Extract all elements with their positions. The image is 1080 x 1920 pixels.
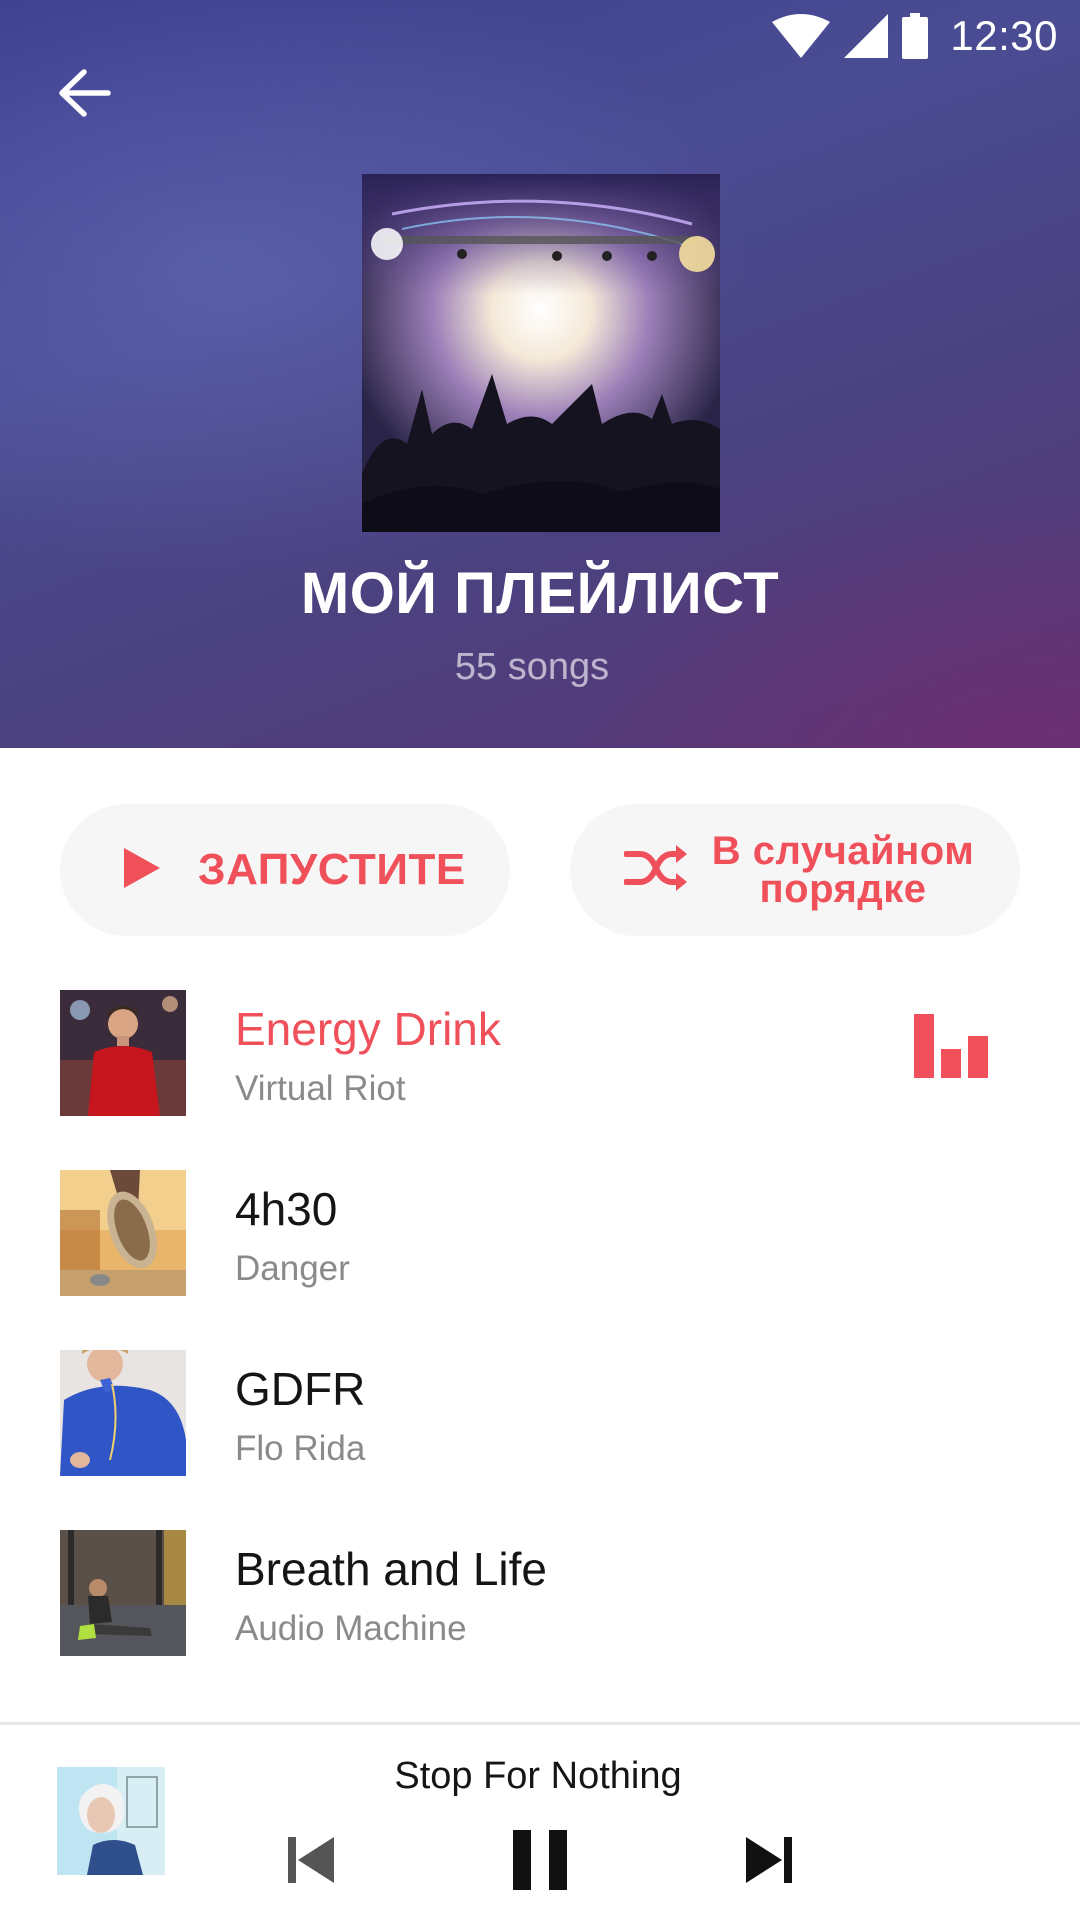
mini-player: Stop For Nothing (0, 1722, 1080, 1920)
play-all-label: ЗАПУСТИТЕ (198, 845, 466, 894)
song-thumbnail (60, 1530, 186, 1656)
playlist-title: МОЙ ПЛЕЙЛИСТ (300, 561, 780, 626)
play-all-button[interactable]: ЗАПУСТИТЕ (60, 804, 510, 936)
shuffle-button[interactable]: В случайном порядке (570, 804, 1020, 936)
song-title: Breath and Life (235, 1543, 548, 1595)
song-list: Energy Drink Virtual Riot 4h30 Danger GD… (0, 980, 1080, 1700)
skip-previous-icon (288, 1835, 336, 1890)
now-playing-equalizer-icon (914, 1014, 988, 1078)
cellular-signal-icon (844, 14, 889, 58)
playlist-screen: 12:30 МОЙ ПЛЕЙЛИСТ 55 songs ЗАПУСТИТЕ В … (0, 0, 1080, 1920)
song-row[interactable]: GDFR Flo Rida (0, 1340, 1080, 1520)
status-time: 12:30 (950, 12, 1058, 59)
status-bar: 12:30 (772, 8, 1058, 64)
battery-icon (902, 13, 929, 59)
play-icon (122, 846, 162, 895)
shuffle-label: В случайном порядке (708, 831, 978, 911)
song-thumbnail (60, 1170, 186, 1296)
wifi-icon (772, 14, 831, 58)
arrow-left-icon (56, 67, 112, 124)
song-artist: Flo Rida (235, 1429, 366, 1468)
song-count: 55 songs (454, 646, 610, 688)
song-title: GDFR (235, 1363, 366, 1415)
song-artist: Danger (235, 1249, 350, 1288)
skip-next-icon (744, 1835, 792, 1890)
song-title: 4h30 (235, 1183, 338, 1235)
song-artist: Virtual Riot (235, 1069, 406, 1108)
song-row[interactable]: Energy Drink Virtual Riot (0, 980, 1080, 1160)
song-row[interactable]: 4h30 Danger (0, 1160, 1080, 1340)
song-thumbnail (60, 990, 186, 1116)
playlist-cover (362, 174, 720, 532)
shuffle-icon (623, 842, 690, 899)
pause-icon (513, 1829, 567, 1895)
pause-button[interactable] (500, 1817, 580, 1907)
previous-button[interactable] (282, 1825, 342, 1899)
song-title: Energy Drink (235, 1003, 501, 1055)
song-artist: Audio Machine (235, 1609, 467, 1648)
next-button[interactable] (738, 1825, 798, 1899)
now-playing-title: Stop For Nothing (394, 1755, 682, 1797)
playlist-header: 12:30 МОЙ ПЛЕЙЛИСТ 55 songs (0, 0, 1080, 748)
song-row[interactable]: Breath and Life Audio Machine (0, 1520, 1080, 1700)
shuffle-label-line2: порядке (759, 867, 927, 911)
back-button[interactable] (44, 60, 124, 130)
song-thumbnail (60, 1350, 186, 1476)
